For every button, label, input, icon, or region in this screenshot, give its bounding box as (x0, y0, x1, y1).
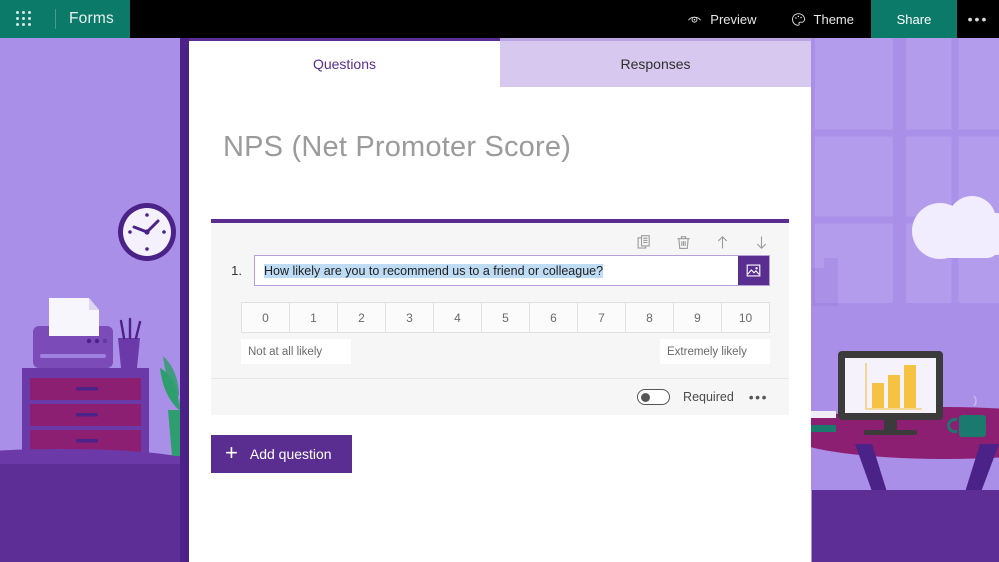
palette-icon (791, 12, 806, 27)
brand-label: Forms (69, 10, 114, 27)
scale-option-4[interactable]: 4 (434, 303, 482, 332)
scale-option-3[interactable]: 3 (386, 303, 434, 332)
add-question-label: Add question (249, 446, 332, 462)
question-input-wrapper (254, 255, 770, 286)
question-footer: Required ••• (211, 378, 789, 415)
header-more-options-button[interactable]: ••• (957, 0, 999, 38)
image-icon (745, 262, 762, 279)
app-launcher-button[interactable] (0, 0, 47, 38)
arrow-down-icon[interactable] (753, 234, 770, 251)
question-card: 1. 0 1 (211, 219, 789, 415)
theme-button[interactable]: Theme (774, 0, 871, 38)
scale-low-label-input[interactable] (241, 339, 351, 364)
question-more-options-button[interactable]: ••• (747, 390, 770, 404)
form-tabs: Questions Responses (189, 38, 811, 87)
tab-responses[interactable]: Responses (500, 38, 811, 87)
share-button[interactable]: Share (871, 0, 957, 38)
arrow-up-icon[interactable] (714, 234, 731, 251)
plus-icon: + (225, 440, 238, 465)
scale-option-10[interactable]: 10 (722, 303, 769, 332)
trash-icon[interactable] (675, 234, 692, 251)
form-sheet: Questions Responses NPS (Net Promoter Sc… (189, 38, 811, 562)
scale-labels-row (241, 339, 770, 378)
preview-button[interactable]: Preview (670, 0, 773, 38)
question-toolbar (211, 223, 789, 255)
scale-option-6[interactable]: 6 (530, 303, 578, 332)
scale-option-7[interactable]: 7 (578, 303, 626, 332)
brand-home-link[interactable]: Forms (47, 0, 130, 38)
copy-icon[interactable] (636, 234, 653, 251)
scale-option-8[interactable]: 8 (626, 303, 674, 332)
top-header-bar: Forms Preview Theme Share ••• (0, 0, 999, 38)
sheet-left-edge (180, 38, 189, 562)
required-label: Required (683, 390, 734, 404)
scale-option-0[interactable]: 0 (242, 303, 290, 332)
brand-divider (55, 9, 56, 29)
add-question-button[interactable]: + Add question (211, 435, 352, 473)
rating-scale-row: 0 1 2 3 4 5 6 7 8 9 10 (241, 302, 770, 333)
scale-option-9[interactable]: 9 (674, 303, 722, 332)
preview-label: Preview (710, 11, 757, 27)
required-toggle[interactable] (637, 389, 671, 405)
header-spacer (130, 0, 670, 38)
question-number: 1. (231, 263, 242, 278)
theme-label: Theme (813, 11, 854, 27)
tab-questions[interactable]: Questions (189, 38, 500, 87)
eye-icon (687, 12, 702, 27)
required-toggle-knob (641, 392, 651, 402)
scale-high-label-input[interactable] (660, 339, 770, 364)
scale-option-5[interactable]: 5 (482, 303, 530, 332)
form-title[interactable]: NPS (Net Promoter Score) (223, 131, 811, 164)
scale-option-2[interactable]: 2 (338, 303, 386, 332)
app-launcher-icon (15, 11, 32, 27)
question-text-input[interactable] (255, 256, 738, 285)
question-title-row: 1. (211, 255, 789, 286)
forms-app: Forms Preview Theme Share ••• Questions … (0, 0, 999, 562)
insert-image-button[interactable] (738, 256, 769, 285)
scale-option-1[interactable]: 1 (290, 303, 338, 332)
